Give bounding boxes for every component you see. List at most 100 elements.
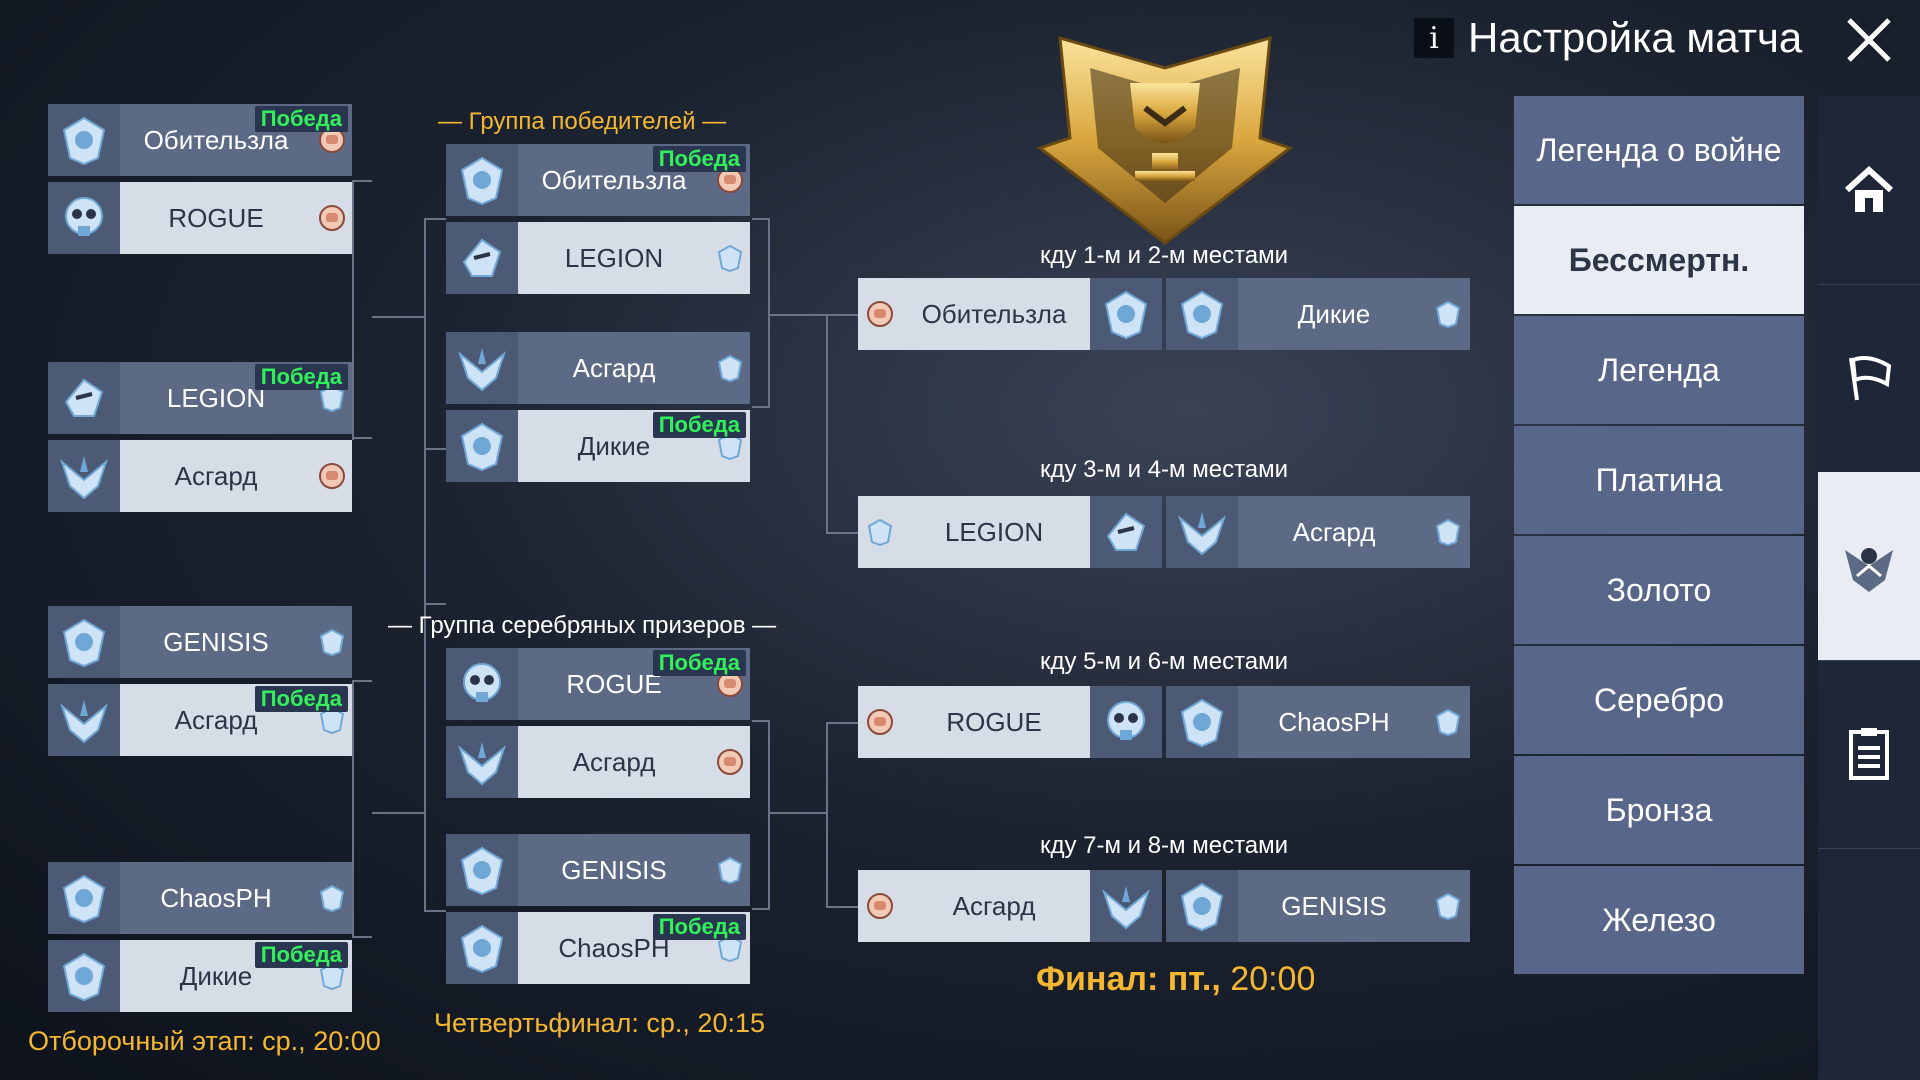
close-button[interactable]	[1818, 0, 1920, 80]
team-emblem-icon	[446, 834, 518, 906]
team-emblem-icon	[1166, 870, 1238, 942]
team-cell[interactable]: Обительзла Победа	[48, 104, 352, 176]
team-name: GENISIS	[163, 626, 269, 657]
team-cell[interactable]: ChaosPH Победа	[446, 912, 750, 984]
team-cell[interactable]: Асгард	[446, 332, 750, 404]
team-name: Асгард	[572, 746, 656, 777]
win-badge: Победа	[652, 650, 746, 676]
team-cell[interactable]: LEGION Победа	[48, 362, 352, 434]
nav-tournament-button[interactable]	[1818, 472, 1920, 661]
win-badge: Победа	[652, 412, 746, 438]
final-match-title: кду 1-м и 2-м местами	[1039, 242, 1289, 269]
team-emblem-icon	[48, 104, 120, 176]
shield-small-icon	[716, 244, 744, 273]
nav-list-button[interactable]	[1818, 660, 1920, 849]
team-cell[interactable]: Асгард	[48, 440, 352, 512]
shield-small-icon	[1434, 892, 1462, 921]
final-match-row[interactable]: LEGION Асгард	[858, 496, 1470, 568]
tier-item[interactable]: Золото	[1514, 536, 1804, 644]
fist-icon	[866, 892, 894, 920]
shield-small-icon	[1434, 518, 1462, 547]
team-name: GENISIS	[1281, 890, 1387, 921]
tier-item[interactable]: Платина	[1514, 426, 1804, 534]
team-name: ROGUE	[946, 706, 1042, 737]
tier-item[interactable]: Серебро	[1514, 646, 1804, 754]
team-name: Дикие	[1297, 298, 1371, 329]
team-emblem-icon	[48, 362, 120, 434]
team-cell[interactable]: ChaosPH	[48, 862, 352, 934]
team-emblem-icon	[1166, 496, 1238, 568]
page-title: Настройка матча	[1468, 14, 1803, 61]
flag-icon	[1849, 356, 1892, 401]
tier-item[interactable]: Легенда о войне	[1514, 96, 1804, 204]
team-cell[interactable]: GENISIS	[48, 606, 352, 678]
team-name: GENISIS	[561, 854, 667, 885]
win-badge: Победа	[254, 686, 348, 712]
tournament-emblem-icon	[1845, 548, 1893, 592]
tier-item[interactable]: Бронза	[1514, 756, 1804, 864]
win-badge: Победа	[652, 914, 746, 940]
team-name: LEGION	[944, 516, 1044, 547]
team-emblem-icon	[446, 410, 518, 482]
tier-item[interactable]: Железо	[1514, 866, 1804, 974]
team-emblem-icon	[1166, 686, 1238, 758]
shield-small-icon	[866, 518, 894, 547]
team-emblem-icon	[48, 182, 120, 254]
team-name: Асгард	[572, 352, 656, 383]
team-emblem-icon	[446, 726, 518, 798]
win-badge: Победа	[254, 942, 348, 968]
fist-icon	[866, 300, 894, 328]
team-cell[interactable]: Обительзла Победа	[446, 144, 750, 216]
final-match-row[interactable]: Асгард GENISIS	[858, 870, 1470, 942]
tier-item[interactable]: Легенда	[1514, 316, 1804, 424]
win-badge: Победа	[254, 106, 348, 132]
qualifier-time-label: Отборочный этап: ср., 20:00	[28, 1026, 381, 1056]
clipboard-icon	[1849, 728, 1889, 780]
team-emblem-icon	[1090, 496, 1162, 568]
team-cell[interactable]: GENISIS	[446, 834, 750, 906]
close-icon	[1847, 18, 1891, 62]
info-button[interactable]: i	[1414, 18, 1454, 58]
team-emblem-icon	[446, 144, 518, 216]
side-nav	[1818, 96, 1920, 1080]
team-cell[interactable]: Асгард Победа	[48, 684, 352, 756]
team-cell[interactable]: Дикие Победа	[446, 410, 750, 482]
team-cell[interactable]: Дикие Победа	[48, 940, 352, 1012]
final-match-row[interactable]: Обительзла Дикие	[858, 278, 1470, 350]
nav-home-button[interactable]	[1818, 96, 1920, 285]
shield-small-icon	[1434, 300, 1462, 329]
quarter-time-label: Четвертьфинал: ср., 20:15	[434, 1008, 765, 1038]
silver-group-label: — Группа серебряных призеров —	[388, 612, 777, 639]
team-emblem-icon	[48, 940, 120, 1012]
home-icon	[1844, 165, 1894, 212]
win-badge: Победа	[652, 146, 746, 172]
team-emblem-icon	[1090, 278, 1162, 350]
final-match-title: кду 3-м и 4-м местами	[1039, 456, 1289, 483]
fist-icon	[716, 748, 744, 776]
team-cell[interactable]: ROGUE	[48, 182, 352, 254]
shield-small-icon	[716, 354, 744, 383]
team-emblem-icon	[48, 684, 120, 756]
team-cell[interactable]: Асгард	[446, 726, 750, 798]
team-emblem-icon	[48, 862, 120, 934]
fist-icon	[866, 708, 894, 736]
win-badge: Победа	[254, 364, 348, 390]
nav-flag-button[interactable]	[1818, 284, 1920, 473]
final-match-row[interactable]: ROGUE ChaosPH	[858, 686, 1470, 758]
final-match-title: кду 5-м и 6-м местами	[1039, 648, 1289, 675]
trophy-emblem-icon	[1036, 35, 1294, 245]
team-emblem-icon	[1090, 870, 1162, 942]
team-cell[interactable]: ROGUE Победа	[446, 648, 750, 720]
team-cell[interactable]: LEGION	[446, 222, 750, 294]
winners-group-label: — Группа победителей —	[438, 108, 727, 135]
tier-menu: Легенда о войне Бессмертн. Легенда Плати…	[1514, 96, 1804, 976]
team-name: ChaosPH	[1278, 706, 1390, 737]
tier-item-selected[interactable]: Бессмертн.	[1514, 206, 1804, 314]
shield-small-icon	[716, 856, 744, 885]
shield-small-icon	[318, 884, 346, 913]
team-emblem-icon	[1090, 686, 1162, 758]
team-name: Асгард	[1292, 516, 1376, 547]
team-emblem-icon	[48, 606, 120, 678]
team-emblem-icon	[446, 332, 518, 404]
team-name: Обительзла	[921, 298, 1067, 329]
